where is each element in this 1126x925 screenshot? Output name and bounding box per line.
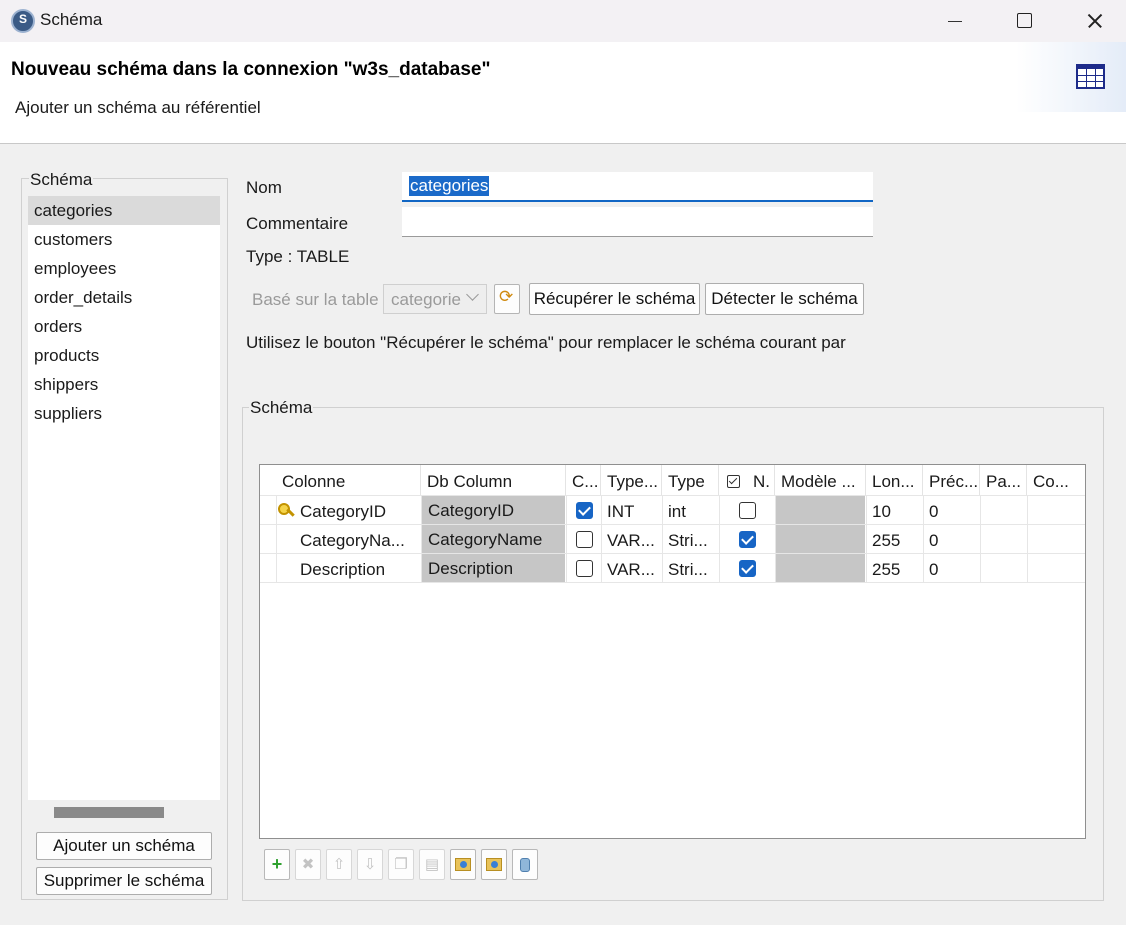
- export-icon[interactable]: [481, 849, 507, 880]
- schema-list-item[interactable]: employees: [28, 254, 220, 283]
- cell-precision[interactable]: 0: [923, 555, 980, 584]
- schema-list-item[interactable]: orders: [28, 312, 220, 341]
- table-icon: [1076, 64, 1105, 89]
- key-checkbox[interactable]: [576, 502, 593, 519]
- based-on-table-value: categorie: [391, 290, 461, 309]
- comment-input[interactable]: [402, 207, 873, 237]
- schema-list-item[interactable]: suppliers: [28, 399, 220, 428]
- nullable-checkbox[interactable]: [739, 560, 756, 577]
- nullable-checkbox[interactable]: [739, 531, 756, 548]
- window-title: Schéma: [40, 10, 103, 29]
- cell-longueur[interactable]: 255: [866, 526, 923, 555]
- column-header[interactable]: Lon...: [866, 465, 923, 495]
- key-checkbox[interactable]: [576, 531, 593, 548]
- cell-colonne[interactable]: Description: [294, 555, 421, 584]
- cell-type[interactable]: Stri...: [662, 555, 719, 584]
- nullable-checkbox[interactable]: [739, 502, 756, 519]
- page-title: Nouveau schéma dans la connexion "w3s_da…: [11, 59, 491, 80]
- cell-type-db[interactable]: INT: [601, 497, 662, 526]
- schema-list-item[interactable]: order_details: [28, 283, 220, 312]
- cell-db-column[interactable]: Description: [422, 554, 565, 582]
- name-label: Nom: [246, 178, 282, 197]
- column-header[interactable]: Colonne: [276, 465, 421, 495]
- column-header[interactable]: Pa...: [980, 465, 1027, 495]
- schema-list-item[interactable]: customers: [28, 225, 220, 254]
- move-up-icon[interactable]: ⇧: [326, 849, 352, 880]
- cell-longueur[interactable]: 255: [866, 555, 923, 584]
- checkbox-header-icon: [727, 475, 740, 488]
- import-icon[interactable]: [450, 849, 476, 880]
- cell-type[interactable]: Stri...: [662, 526, 719, 555]
- column-header[interactable]: Préc...: [923, 465, 980, 495]
- hint-text: Utilisez le bouton "Récupérer le schéma"…: [246, 333, 846, 352]
- primary-key-icon: [278, 503, 294, 519]
- cell-colonne[interactable]: CategoryID: [294, 497, 421, 526]
- wizard-header: Nouveau schéma dans la connexion "w3s_da…: [0, 42, 1126, 144]
- cell-modele[interactable]: [776, 554, 865, 582]
- add-schema-button[interactable]: Ajouter un schéma: [36, 832, 212, 860]
- app-icon: [11, 9, 35, 33]
- cell-db-column[interactable]: CategoryName: [422, 525, 565, 553]
- schema-list-item[interactable]: products: [28, 341, 220, 370]
- schema-legend: Schéma: [249, 398, 314, 418]
- column-header[interactable]: C...: [566, 465, 601, 495]
- key-checkbox[interactable]: [576, 560, 593, 577]
- column-header[interactable]: Co...: [1027, 465, 1085, 495]
- cell-modele[interactable]: [776, 525, 865, 553]
- cell-precision[interactable]: 0: [923, 526, 980, 555]
- based-on-table-select[interactable]: categorie: [383, 284, 487, 314]
- detect-schema-button[interactable]: Détecter le schéma: [705, 283, 864, 315]
- maximize-button[interactable]: [988, 0, 1058, 42]
- comment-label: Commentaire: [246, 214, 349, 233]
- cell-precision[interactable]: 0: [923, 497, 980, 526]
- schema-table[interactable]: Colonne Db Column C... Type... Type N. M…: [259, 464, 1086, 839]
- paste-icon[interactable]: ▤: [419, 849, 445, 880]
- cell-type-db[interactable]: VAR...: [601, 526, 662, 555]
- column-header[interactable]: Type: [662, 465, 719, 495]
- minimize-button[interactable]: [920, 0, 990, 42]
- schema-list-item[interactable]: shippers: [28, 370, 220, 399]
- delete-icon[interactable]: ✖: [295, 849, 321, 880]
- retrieve-schema-button[interactable]: Récupérer le schéma: [529, 283, 700, 315]
- based-on-label: Basé sur la table: [252, 290, 379, 309]
- schema-list[interactable]: categories customers employees order_det…: [28, 196, 220, 800]
- cell-db-column[interactable]: CategoryID: [422, 496, 565, 524]
- chevron-down-icon: [466, 288, 479, 301]
- horizontal-scrollbar[interactable]: [54, 807, 164, 818]
- column-header[interactable]: Db Column: [421, 465, 566, 495]
- move-down-icon[interactable]: ⇩: [357, 849, 383, 880]
- page-subtitle: Ajouter un schéma au référentiel: [15, 98, 261, 117]
- cell-colonne[interactable]: CategoryNa...: [294, 526, 421, 555]
- cell-type-db[interactable]: VAR...: [601, 555, 662, 584]
- cell-type[interactable]: int: [662, 497, 719, 526]
- cell-longueur[interactable]: 10: [866, 497, 923, 526]
- copy-icon[interactable]: ❐: [388, 849, 414, 880]
- type-text: Type : TABLE: [246, 247, 350, 266]
- refresh-icon[interactable]: [494, 284, 520, 314]
- title-bar: Schéma: [0, 0, 1126, 42]
- column-header[interactable]: Type...: [601, 465, 662, 495]
- column-header[interactable]: Modèle ...: [775, 465, 866, 495]
- database-icon[interactable]: [512, 849, 538, 880]
- schema-list-item[interactable]: categories: [28, 196, 220, 225]
- name-input-value: categories: [409, 176, 490, 196]
- close-button[interactable]: [1058, 0, 1126, 42]
- schema-list-legend: Schéma: [29, 170, 94, 190]
- remove-schema-button[interactable]: Supprimer le schéma: [36, 867, 212, 895]
- name-input[interactable]: categories: [402, 172, 873, 202]
- cell-modele[interactable]: [776, 496, 865, 524]
- add-icon[interactable]: +: [264, 849, 290, 880]
